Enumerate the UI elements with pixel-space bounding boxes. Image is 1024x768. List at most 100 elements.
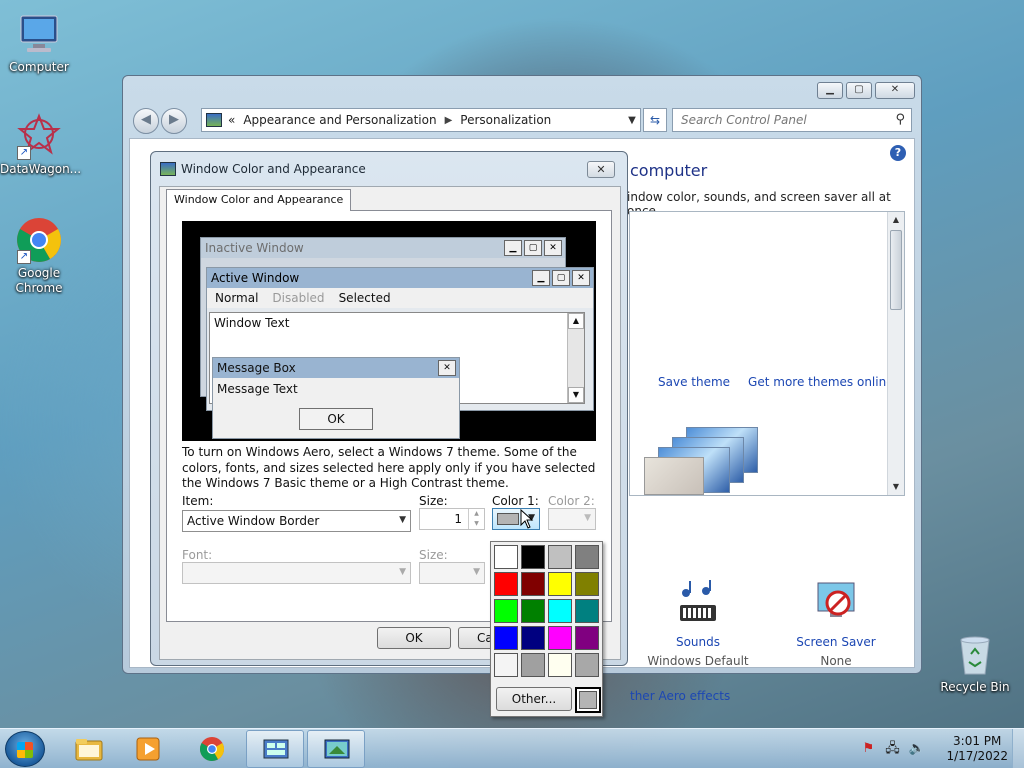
- color-swatch[interactable]: [575, 653, 599, 677]
- refresh-button[interactable]: ⇆: [643, 108, 667, 132]
- datawagon-icon: ↗: [15, 112, 63, 160]
- preview-ok-button[interactable]: OK: [299, 408, 373, 430]
- theme-scrollbar[interactable]: ▲ ▼: [887, 212, 904, 495]
- breadcrumb-prefix[interactable]: «: [228, 113, 235, 127]
- font-size-select[interactable]: ▼: [419, 562, 485, 584]
- get-more-themes-link[interactable]: Get more themes online: [748, 375, 894, 389]
- chevron-down-icon: ▼: [399, 515, 406, 525]
- menu-normal[interactable]: Normal: [215, 291, 258, 305]
- sounds-label[interactable]: Sounds: [643, 635, 753, 649]
- color-swatch[interactable]: [575, 599, 599, 623]
- preview-message-box[interactable]: Message Box ✕ Message Text OK: [212, 357, 460, 439]
- color-swatch[interactable]: [494, 653, 518, 677]
- color-swatch[interactable]: [494, 599, 518, 623]
- color-swatch[interactable]: [575, 572, 599, 596]
- color-swatch[interactable]: [575, 626, 599, 650]
- back-button[interactable]: ◀: [133, 108, 159, 134]
- system-tray: ⚑ 🖧 🔈 3:01 PM 1/17/2022: [860, 729, 1008, 768]
- volume-icon[interactable]: 🔈: [908, 741, 924, 757]
- item-label: Item:: [182, 494, 214, 508]
- color-swatch[interactable]: [521, 572, 545, 596]
- chevron-down-icon: ▼: [473, 567, 480, 577]
- save-theme-link[interactable]: Save theme: [658, 375, 730, 389]
- minimize-button[interactable]: ▁: [817, 82, 843, 99]
- theme-list[interactable]: Save theme Get more themes online ▲ ▼: [629, 211, 905, 496]
- preview-scrollbar[interactable]: ▲ ▼: [567, 313, 584, 403]
- item-select[interactable]: Active Window Border ▼: [182, 510, 411, 532]
- tab-window-color-appearance[interactable]: Window Color and Appearance: [166, 189, 352, 211]
- breadcrumb-separator-icon[interactable]: ▶: [445, 115, 453, 126]
- recycle-bin-icon: [951, 630, 999, 678]
- action-center-icon[interactable]: ⚑: [860, 741, 876, 757]
- color-swatch[interactable]: [521, 653, 545, 677]
- scroll-down-icon[interactable]: ▼: [568, 387, 584, 403]
- color-swatch[interactable]: [548, 572, 572, 596]
- desktop-icon-label: Computer: [9, 60, 69, 74]
- start-button[interactable]: [5, 731, 45, 767]
- taskbar-personalization[interactable]: [307, 730, 365, 768]
- desktop-icon-datawagon[interactable]: ↗ DataWagon...: [0, 112, 81, 177]
- color-swatch[interactable]: [548, 545, 572, 569]
- menu-disabled[interactable]: Disabled: [272, 291, 324, 305]
- taskbar: ⚑ 🖧 🔈 3:01 PM 1/17/2022: [0, 728, 1024, 768]
- size-stepper[interactable]: 1 ▲ ▼: [419, 508, 485, 530]
- desktop-icon-computer[interactable]: Computer: [0, 10, 78, 75]
- other-color-button[interactable]: Other...: [496, 687, 572, 711]
- color-swatch[interactable]: [548, 653, 572, 677]
- taskbar-explorer[interactable]: [60, 730, 118, 768]
- network-icon[interactable]: 🖧: [884, 741, 900, 757]
- color-swatch[interactable]: [494, 572, 518, 596]
- clock[interactable]: 3:01 PM 1/17/2022: [946, 734, 1008, 764]
- theme-thumbnail[interactable]: [642, 427, 762, 495]
- scroll-up-icon[interactable]: ▲: [568, 313, 584, 329]
- screen-saver-setting[interactable]: Screen Saver None: [781, 579, 891, 668]
- item-select-value: Active Window Border: [187, 514, 320, 528]
- taskbar-control-panel[interactable]: [246, 730, 304, 768]
- desktop-icon-recycle-bin[interactable]: Recycle Bin: [936, 630, 1014, 695]
- inactive-window-title: Inactive Window: [205, 241, 304, 255]
- search-placeholder: Search Control Panel: [681, 113, 807, 127]
- search-icon[interactable]: ⚲: [895, 112, 905, 127]
- selected-color-swatch[interactable]: [575, 687, 601, 713]
- menu-selected[interactable]: Selected: [339, 291, 391, 305]
- color-swatch[interactable]: [548, 599, 572, 623]
- close-icon: ✕: [544, 240, 562, 256]
- address-dropdown-icon[interactable]: ▼: [624, 115, 640, 126]
- close-icon: ✕: [572, 270, 590, 286]
- personalization-icon: [324, 739, 350, 759]
- color-swatch[interactable]: [494, 545, 518, 569]
- color-swatch[interactable]: [494, 626, 518, 650]
- font-select[interactable]: ▼: [182, 562, 411, 584]
- color-swatch[interactable]: [521, 599, 545, 623]
- breadcrumb-appearance[interactable]: Appearance and Personalization: [243, 113, 436, 127]
- windows-logo-icon: [17, 742, 33, 758]
- scroll-up-icon[interactable]: ▲: [888, 212, 904, 228]
- spin-arrows-icon[interactable]: ▲ ▼: [468, 509, 484, 529]
- address-bar[interactable]: « Appearance and Personalization ▶ Perso…: [201, 108, 641, 132]
- color1-label: Color 1:: [492, 494, 539, 508]
- color-palette-popup[interactable]: Other...: [490, 541, 603, 717]
- dialog-close-button[interactable]: ✕: [587, 161, 615, 178]
- forward-button[interactable]: ▶: [161, 108, 187, 134]
- sounds-setting[interactable]: Sounds Windows Default: [643, 579, 753, 668]
- scroll-thumb[interactable]: [890, 230, 902, 310]
- breadcrumb-personalization[interactable]: Personalization: [460, 113, 551, 127]
- color-swatch[interactable]: [521, 626, 545, 650]
- aero-effects-link[interactable]: ther Aero effects: [630, 689, 730, 703]
- appearance-preview[interactable]: Inactive Window ▁ ▢ ✕ Active Window ▁ ▢ ✕ No…: [182, 221, 596, 441]
- close-button[interactable]: ✕: [875, 82, 915, 99]
- help-icon[interactable]: ?: [890, 145, 906, 161]
- taskbar-media-player[interactable]: [120, 730, 178, 768]
- desktop-icon-chrome[interactable]: ↗ Google Chrome: [0, 216, 78, 296]
- color2-button[interactable]: ▼: [548, 508, 596, 530]
- maximize-button[interactable]: ▢: [846, 82, 872, 99]
- scroll-down-icon[interactable]: ▼: [888, 479, 904, 495]
- search-input[interactable]: Search Control Panel ⚲: [672, 108, 912, 132]
- taskbar-chrome[interactable]: [183, 730, 241, 768]
- color-swatch[interactable]: [575, 545, 599, 569]
- screen-saver-label[interactable]: Screen Saver: [781, 635, 891, 649]
- color-swatch[interactable]: [521, 545, 545, 569]
- ok-button[interactable]: OK: [377, 627, 451, 649]
- show-desktop-button[interactable]: [1012, 729, 1024, 768]
- color-swatch[interactable]: [548, 626, 572, 650]
